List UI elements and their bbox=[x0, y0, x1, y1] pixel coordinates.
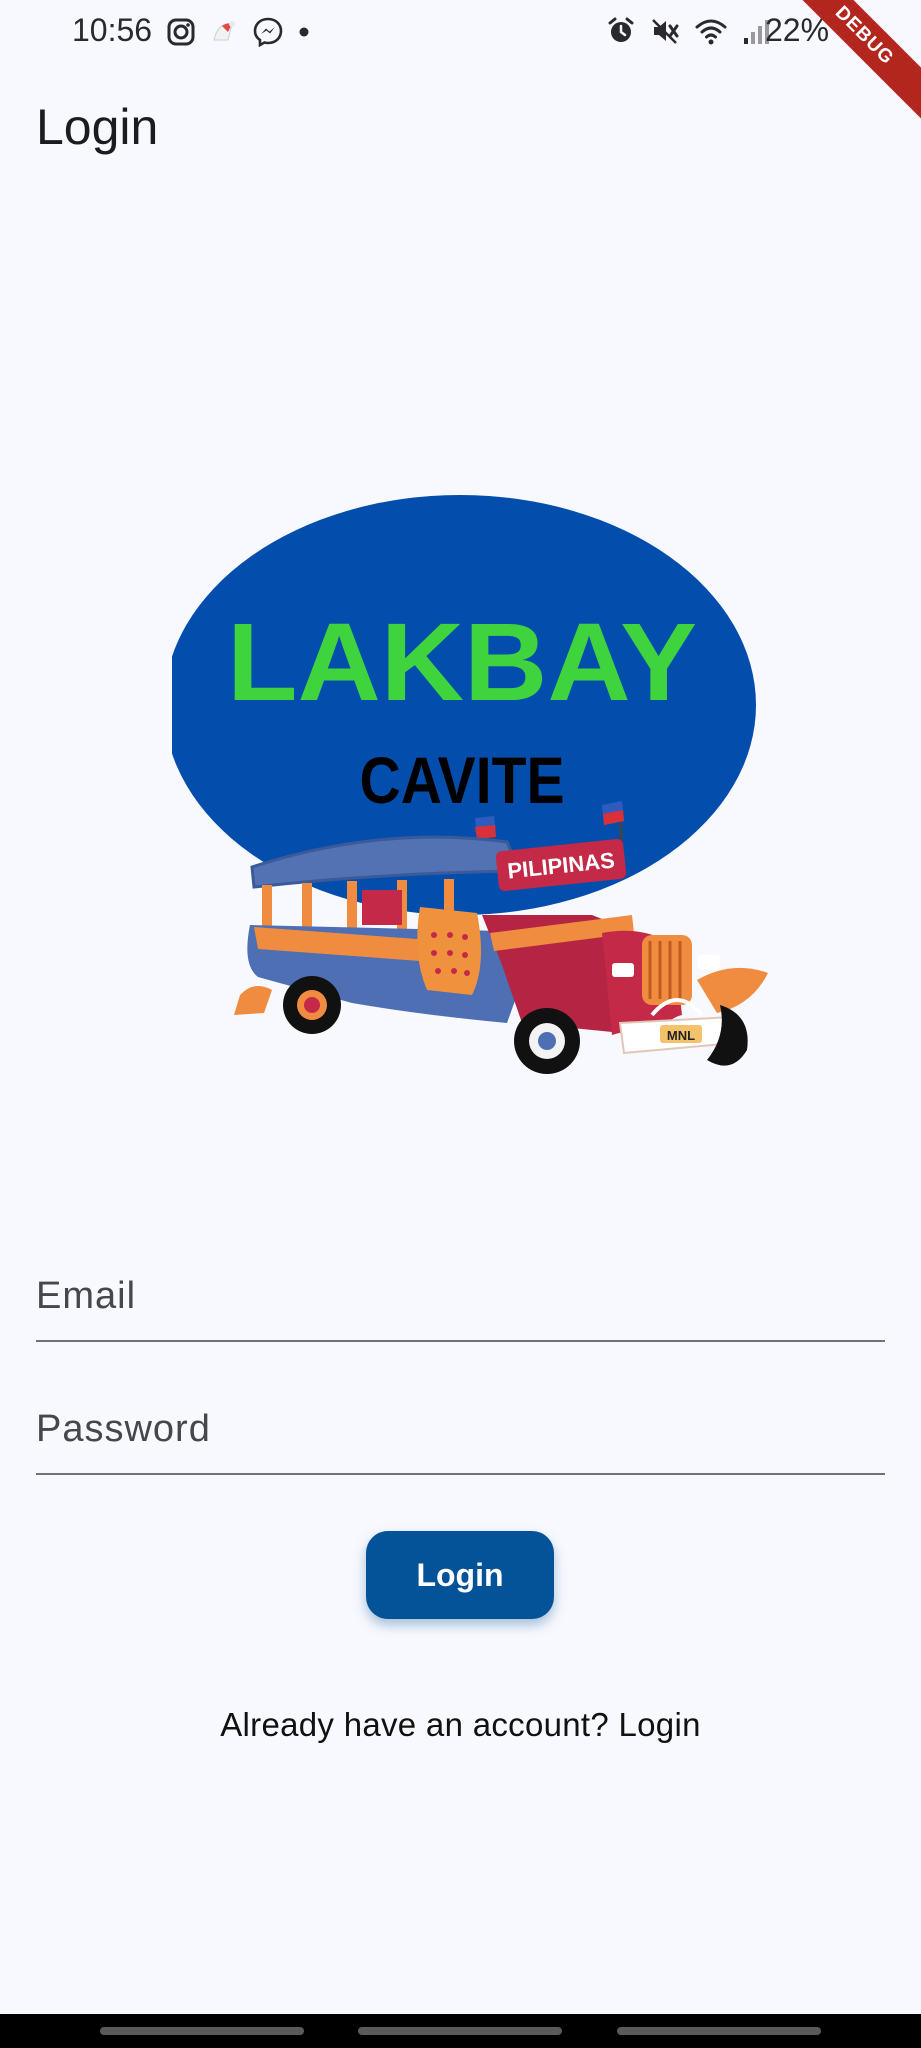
logo-title: LAKBAY bbox=[227, 601, 697, 724]
logo-subtitle: CAVITE bbox=[360, 743, 565, 817]
messenger-icon bbox=[253, 17, 283, 48]
notification-icons bbox=[166, 16, 312, 48]
wifi-icon bbox=[695, 19, 727, 45]
santa-hat-icon bbox=[213, 21, 235, 41]
login-button[interactable]: Login bbox=[366, 1531, 554, 1619]
status-bar: 10:56 22% DEBUG bbox=[0, 0, 921, 131]
mute-icon bbox=[652, 19, 679, 44]
nav-home-button[interactable] bbox=[358, 2027, 562, 2035]
instagram-icon bbox=[167, 18, 195, 46]
alarm-icon bbox=[608, 17, 634, 42]
jeepney-plate: MNL bbox=[667, 1028, 695, 1043]
page-title: Login bbox=[36, 99, 159, 155]
password-input[interactable] bbox=[36, 1385, 885, 1473]
lakbay-cavite-logo: LAKBAY CAVITE PILIPINAS MNL bbox=[172, 495, 768, 1074]
email-input[interactable] bbox=[36, 1252, 885, 1340]
email-field[interactable] bbox=[36, 1252, 885, 1342]
nav-recents-button[interactable] bbox=[100, 2027, 304, 2035]
already-have-account-link[interactable]: Already have an account? Login bbox=[0, 1706, 921, 1744]
nav-back-button[interactable] bbox=[617, 2027, 821, 2035]
status-time: 10:56 bbox=[72, 12, 153, 48]
system-icons bbox=[606, 16, 770, 46]
system-nav-bar bbox=[0, 2014, 921, 2048]
dot-icon bbox=[299, 27, 309, 37]
password-field[interactable] bbox=[36, 1385, 885, 1475]
